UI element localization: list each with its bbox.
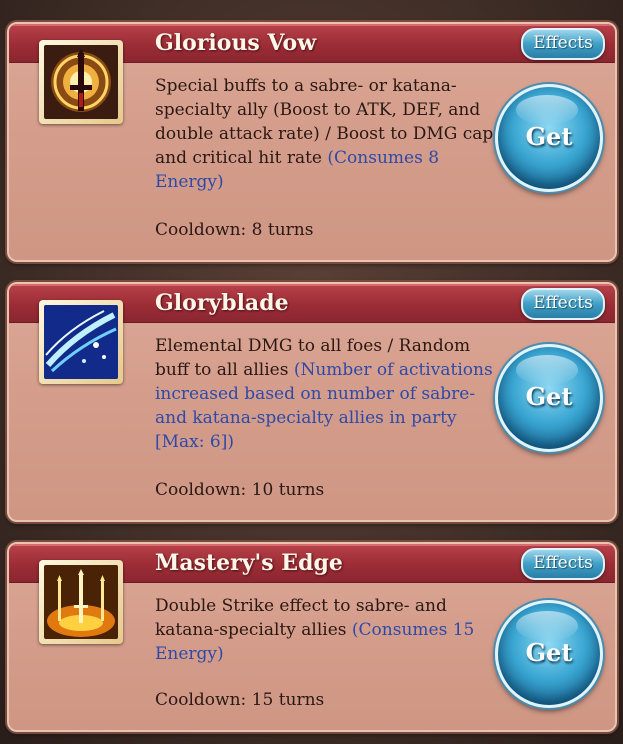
skill-name: Glorious Vow <box>155 30 317 56</box>
skill-card-glorious-vow: Glorious Vow Effects Special buffs to a … <box>7 22 617 262</box>
skill-card-gloryblade: Gloryblade Effects Elemental DMG to all … <box>7 282 617 522</box>
cooldown-text: Cooldown: 8 turns <box>155 220 314 240</box>
blade-slash-icon <box>44 305 118 379</box>
golden-swords-icon <box>44 565 118 639</box>
skill-name: Gloryblade <box>155 290 289 316</box>
skill-icon-frame <box>39 40 123 124</box>
get-button[interactable]: Get <box>495 84 603 192</box>
skill-icon-frame <box>39 560 123 644</box>
sword-sigil-icon <box>44 45 118 119</box>
skill-description: Double Strike effect to sabre- and katan… <box>155 594 500 666</box>
top-title-strip <box>0 0 623 16</box>
skill-card-masterys-edge: Mastery's Edge Effects Double Strike eff… <box>7 542 617 732</box>
get-button[interactable]: Get <box>495 344 603 452</box>
effects-button[interactable]: Effects <box>521 548 605 580</box>
get-button[interactable]: Get <box>495 600 603 708</box>
description-text: Special buffs to a sabre- or katana-spec… <box>155 76 494 168</box>
skill-icon-frame <box>39 300 123 384</box>
effects-button[interactable]: Effects <box>521 28 605 60</box>
skill-description: Elemental DMG to all foes / Random buff … <box>155 334 500 454</box>
cooldown-text: Cooldown: 15 turns <box>155 690 325 710</box>
skill-description: Special buffs to a sabre- or katana-spec… <box>155 74 500 194</box>
effects-button[interactable]: Effects <box>521 288 605 320</box>
cooldown-text: Cooldown: 10 turns <box>155 480 325 500</box>
skill-name: Mastery's Edge <box>155 550 343 576</box>
